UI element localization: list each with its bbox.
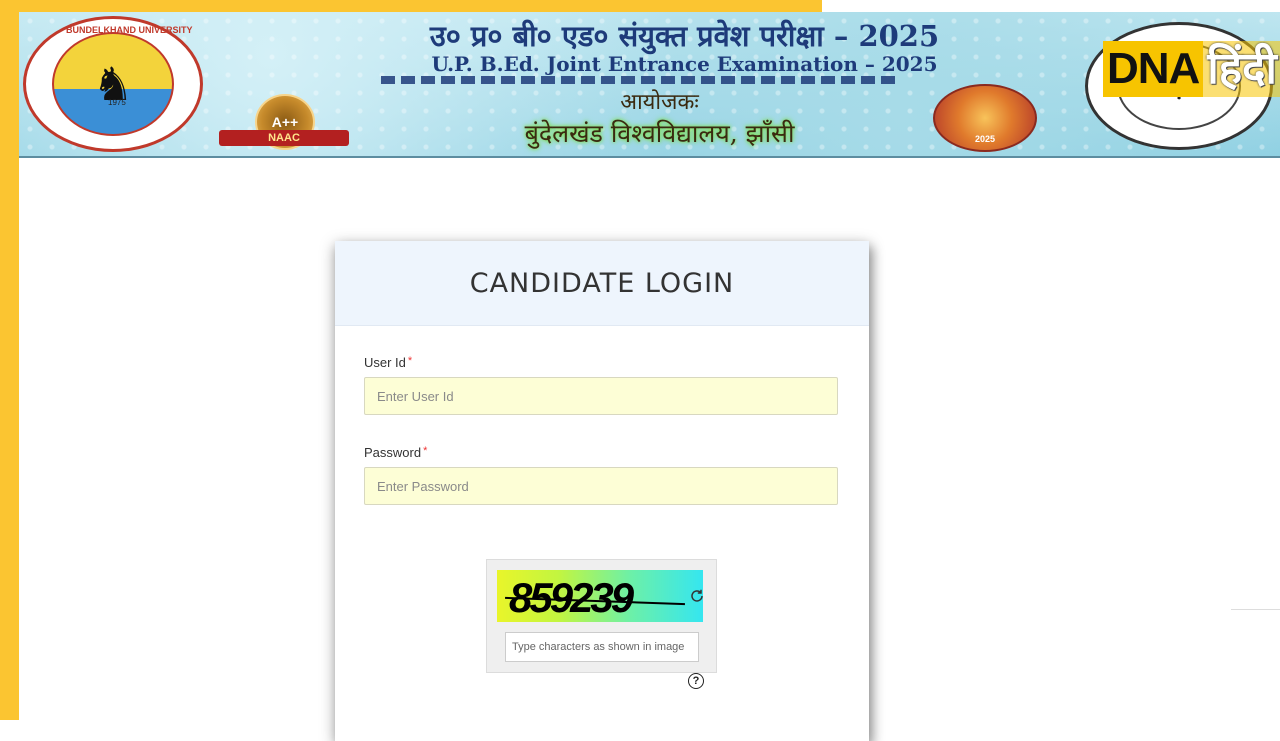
user-id-label-text: User Id bbox=[364, 355, 406, 370]
required-asterisk: * bbox=[407, 355, 413, 367]
event-logo: 2025 bbox=[933, 84, 1037, 152]
login-title: CANDIDATE LOGIN bbox=[469, 267, 735, 299]
captcha-help-icon[interactable]: ? bbox=[688, 673, 704, 689]
login-card-header: CANDIDATE LOGIN bbox=[335, 241, 869, 326]
captcha-input[interactable] bbox=[505, 632, 699, 662]
dna-logo-text: DNA bbox=[1103, 41, 1204, 97]
candidate-login-card: CANDIDATE LOGIN User Id* Password* 85923… bbox=[335, 241, 869, 741]
password-input[interactable] bbox=[364, 467, 838, 505]
organizer-name: बुंदेलखंड विश्वविद्यालय, झाँसी bbox=[524, 119, 795, 148]
refresh-captcha-icon[interactable] bbox=[689, 588, 705, 604]
user-id-label: User Id * bbox=[364, 355, 412, 370]
captcha-image: 859239 bbox=[497, 570, 703, 622]
required-asterisk: * bbox=[423, 445, 428, 457]
captcha-panel: 859239 bbox=[486, 559, 717, 673]
event-logo-year: 2025 bbox=[974, 134, 996, 144]
exam-banner: BUNDELKHAND UNIVERSITY ♞ 1975 A++ NAAC उ… bbox=[19, 12, 1280, 158]
password-label-text: Password bbox=[364, 445, 422, 460]
top-yellow-border bbox=[0, 0, 822, 12]
banner-dashed-divider bbox=[381, 76, 901, 84]
dna-hindi-watermark-logo: DNA हिंदी bbox=[1103, 36, 1280, 102]
right-divider-line bbox=[1231, 609, 1280, 610]
user-id-input[interactable] bbox=[364, 377, 838, 415]
banner-title-hindi: उ० प्र० बी० एड० संयुक्त प्रवेश परीक्षा –… bbox=[429, 19, 940, 53]
password-label: Password * bbox=[364, 445, 427, 460]
left-yellow-border bbox=[0, 0, 19, 720]
hindi-logo-text: हिंदी bbox=[1203, 41, 1280, 97]
